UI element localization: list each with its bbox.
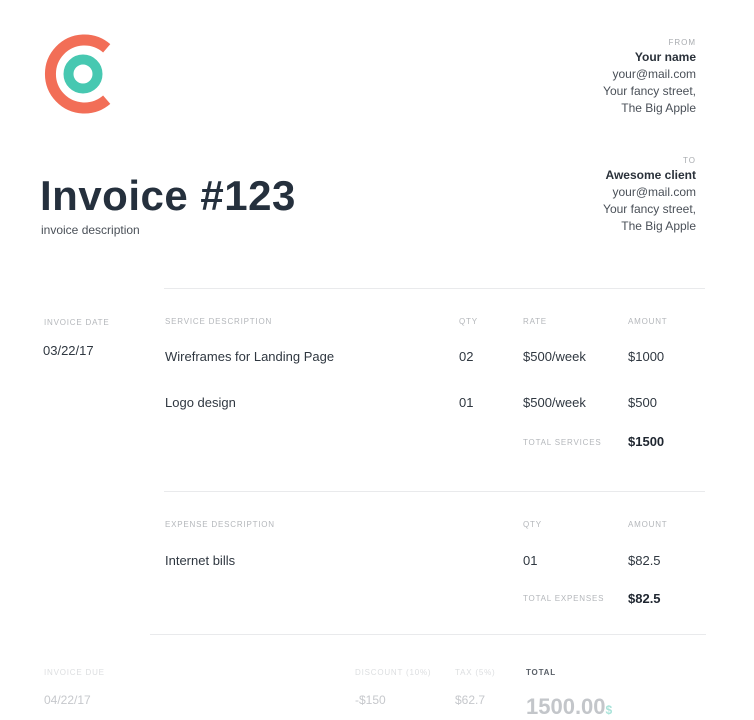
invoice-date: 03/22/17 (43, 343, 94, 358)
total-expenses-label: TOTAL EXPENSES (523, 594, 605, 603)
to-city: The Big Apple (621, 219, 696, 233)
invoice-title: Invoice #123 (40, 172, 296, 219)
service-row-2-amount: $500 (628, 395, 657, 410)
invoice-due-label: INVOICE DUE (44, 668, 105, 677)
from-block: FROM Your name your@mail.com Your fancy … (603, 37, 696, 117)
expense-qty-header: QTY (523, 520, 542, 529)
service-row-1-rate: $500/week (523, 349, 586, 364)
service-qty-header: QTY (459, 317, 478, 326)
expense-description-header: EXPENSE DESCRIPTION (165, 520, 275, 529)
service-row-2-qty: 01 (459, 395, 474, 410)
expenses-top-divider (164, 491, 705, 492)
service-description-header: SERVICE DESCRIPTION (165, 317, 273, 326)
currency-symbol: $ (605, 703, 613, 717)
summary-top-divider (150, 634, 706, 635)
service-row-1-description: Wireframes for Landing Page (165, 349, 335, 364)
grand-total: 1500.00$ (526, 694, 612, 720)
from-label: FROM (668, 38, 696, 47)
to-email: your@mail.com (612, 185, 696, 199)
from-email: your@mail.com (612, 67, 696, 81)
to-label: TO (683, 156, 696, 165)
total-services-label: TOTAL SERVICES (523, 438, 602, 447)
grand-total-amount: 1500.00 (526, 694, 606, 719)
from-street: Your fancy street, (603, 84, 696, 98)
to-block: TO Awesome client your@mail.com Your fan… (603, 155, 696, 235)
expense-row-1-qty: 01 (523, 553, 538, 568)
discount-label: DISCOUNT (10%) (355, 668, 432, 677)
invoice-date-label: INVOICE DATE (44, 318, 110, 327)
logo-inner-ring (63, 54, 103, 94)
to-street: Your fancy street, (603, 202, 696, 216)
service-rate-header: RATE (523, 317, 547, 326)
expense-row-1-description: Internet bills (165, 553, 236, 568)
service-row-1-amount: $1000 (628, 349, 665, 364)
service-row-1-qty: 02 (459, 349, 474, 364)
service-row-2-rate: $500/week (523, 395, 586, 410)
invoice-description: invoice description (41, 223, 140, 237)
company-logo (44, 34, 111, 114)
total-services-value: $1500 (628, 434, 665, 449)
expense-row-1-amount: $82.5 (628, 553, 661, 568)
total-label: TOTAL (526, 668, 556, 677)
discount-value: -$150 (355, 693, 386, 707)
services-top-divider (164, 288, 705, 289)
from-city: The Big Apple (621, 101, 696, 115)
tax-label: TAX (5%) (455, 668, 496, 677)
total-expenses-value: $82.5 (628, 591, 661, 606)
tax-value: $62.7 (455, 693, 486, 707)
invoice-due-date: 04/22/17 (44, 693, 91, 707)
to-name: Awesome client (605, 168, 696, 182)
service-row-2-description: Logo design (165, 395, 236, 410)
expense-amount-header: AMOUNT (628, 520, 668, 529)
from-name: Your name (634, 50, 696, 64)
service-amount-header: AMOUNT (628, 317, 668, 326)
